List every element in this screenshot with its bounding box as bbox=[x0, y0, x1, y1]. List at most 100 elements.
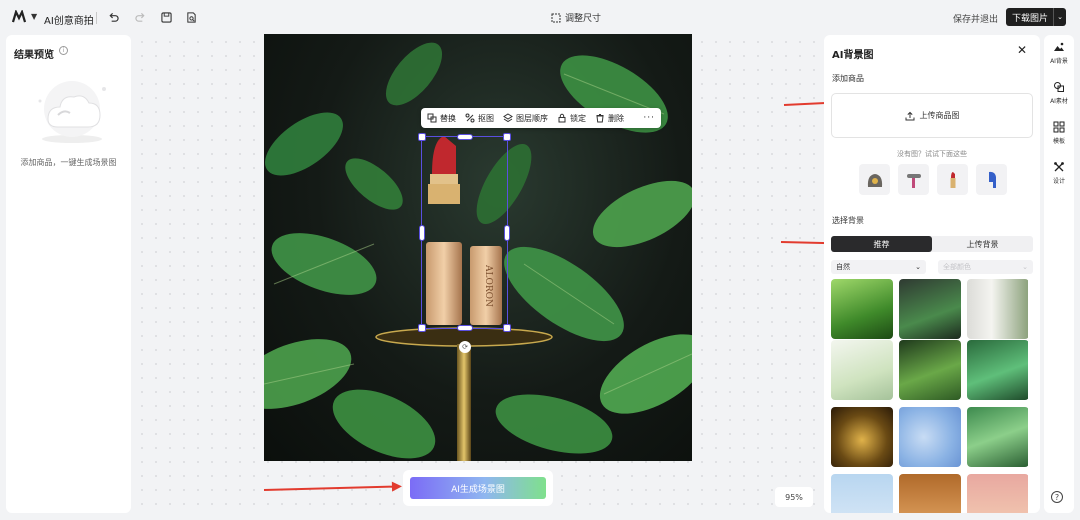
help-icon[interactable]: ? bbox=[1051, 491, 1063, 503]
try-samples-hint: 没有图？试试下面这些 bbox=[897, 150, 967, 158]
style-filter-select[interactable]: 自然 ⌄ bbox=[831, 260, 926, 274]
resize-icon bbox=[551, 13, 561, 22]
color-filter-select[interactable]: 全部颜色 ⌄ bbox=[938, 260, 1033, 274]
select-background-label: 选择背景 bbox=[832, 216, 864, 225]
background-thumbnail[interactable] bbox=[967, 407, 1028, 467]
sample-product-lipstick[interactable] bbox=[937, 164, 968, 195]
divider bbox=[96, 12, 97, 24]
sample-products bbox=[859, 164, 1007, 195]
replace-icon bbox=[427, 113, 437, 123]
download-button[interactable]: 下载图片 ⌄ bbox=[1006, 8, 1066, 26]
upload-product-button[interactable]: 上传商品图 bbox=[831, 93, 1033, 138]
background-thumbnail[interactable] bbox=[967, 340, 1028, 400]
style-filter-value: 自然 bbox=[836, 263, 850, 271]
top-bar: ▼ AI创意商拍 调整尺寸 保存并退出 下载图片 ⌄ bbox=[0, 0, 1080, 34]
background-thumbnail[interactable] bbox=[899, 340, 961, 400]
upload-product-label: 上传商品图 bbox=[919, 111, 960, 120]
trash-icon bbox=[596, 114, 604, 123]
replace-label: 替换 bbox=[440, 113, 456, 123]
cutout-button[interactable]: 抠图 bbox=[465, 113, 494, 124]
element-toolbar: 替换 抠图 图层顺序 锁定 删除 ··· bbox=[421, 108, 661, 128]
delete-label: 删除 bbox=[608, 113, 624, 123]
selection-box[interactable] bbox=[418, 133, 511, 332]
save-exit-button[interactable]: 保存并退出 bbox=[953, 12, 998, 25]
sample-product-hairdryer[interactable] bbox=[898, 164, 929, 195]
sample-product-speaker[interactable] bbox=[859, 164, 890, 195]
layers-icon bbox=[503, 113, 513, 123]
empty-hint: 添加商品，一键生成场景图 bbox=[20, 158, 117, 167]
app-menu-caret-icon[interactable]: ▼ bbox=[31, 12, 37, 21]
lock-button[interactable]: 锁定 bbox=[557, 113, 586, 124]
resize-button[interactable]: 调整尺寸 bbox=[551, 11, 601, 24]
cutout-icon bbox=[465, 113, 475, 123]
background-thumbnail[interactable] bbox=[899, 407, 961, 467]
rail-item-template[interactable]: 模板 bbox=[1044, 121, 1074, 145]
chevron-down-icon: ⌄ bbox=[915, 263, 921, 271]
undo-icon[interactable] bbox=[106, 10, 120, 24]
background-thumbnail[interactable] bbox=[831, 340, 893, 400]
background-thumbnail[interactable] bbox=[831, 474, 893, 513]
grid-icon bbox=[1053, 121, 1065, 133]
resize-handle-bottom[interactable] bbox=[457, 325, 473, 331]
rotate-handle-icon[interactable]: ⟳ bbox=[459, 341, 471, 353]
panel-title: AI背景图 bbox=[832, 50, 874, 61]
tab-upload-background[interactable]: 上传背景 bbox=[932, 236, 1033, 252]
close-icon[interactable]: ✕ bbox=[1017, 43, 1027, 57]
ai-background-panel: AI背景图 ✕ 添加商品 上传商品图 没有图？试试下面这些 选择背景 推荐 上传… bbox=[824, 35, 1040, 513]
delete-button[interactable]: 删除 bbox=[595, 113, 624, 124]
rail-item-design[interactable]: 设计 bbox=[1044, 161, 1074, 185]
background-tabs: 推荐 上传背景 bbox=[831, 236, 1033, 252]
empty-cloud-illustration bbox=[38, 81, 106, 143]
more-icon[interactable]: ··· bbox=[643, 113, 655, 123]
resize-handle-br[interactable] bbox=[503, 324, 511, 332]
lock-label: 锁定 bbox=[570, 113, 586, 123]
app-logo-icon[interactable] bbox=[12, 10, 26, 24]
rail-item-ai-background[interactable]: AI背景 bbox=[1044, 41, 1074, 65]
design-tools-icon bbox=[1054, 162, 1064, 172]
info-icon[interactable]: i bbox=[59, 46, 68, 55]
layer-order-label: 图层顺序 bbox=[516, 113, 548, 123]
zoom-level[interactable]: 95% bbox=[775, 487, 813, 507]
resize-handle-left[interactable] bbox=[419, 225, 425, 241]
app-title: AI创意商拍 bbox=[44, 16, 94, 27]
resize-label: 调整尺寸 bbox=[565, 14, 602, 24]
background-thumbnail[interactable] bbox=[831, 279, 893, 339]
resize-handle-tr[interactable] bbox=[503, 133, 511, 141]
layer-order-button[interactable]: 图层顺序 bbox=[503, 113, 548, 124]
resize-handle-right[interactable] bbox=[504, 225, 510, 241]
resize-handle-bl[interactable] bbox=[418, 324, 426, 332]
background-grid bbox=[831, 279, 1028, 513]
background-filters: 自然 ⌄ 全部颜色 ⌄ bbox=[831, 260, 1033, 274]
upload-icon bbox=[905, 111, 914, 120]
rail-item-label: AI背景 bbox=[1050, 58, 1068, 65]
tool-rail: AI背景 AI素材 模板 设计 bbox=[1044, 35, 1074, 513]
shapes-icon bbox=[1054, 82, 1064, 92]
cutout-label: 抠图 bbox=[478, 113, 494, 123]
background-thumbnail[interactable] bbox=[967, 474, 1028, 513]
replace-button[interactable]: 替换 bbox=[427, 113, 456, 124]
rail-item-label: 设计 bbox=[1052, 178, 1065, 185]
rail-item-label: AI素材 bbox=[1050, 98, 1068, 105]
download-dropdown-icon[interactable]: ⌄ bbox=[1053, 8, 1066, 26]
download-label: 下载图片 bbox=[1012, 13, 1049, 24]
add-product-label: 添加商品 bbox=[832, 74, 864, 83]
lock-icon bbox=[558, 113, 566, 123]
save-icon[interactable] bbox=[159, 10, 173, 24]
rail-item-ai-material[interactable]: AI素材 bbox=[1044, 81, 1074, 105]
background-thumbnail[interactable] bbox=[831, 407, 893, 467]
sample-product-chair[interactable] bbox=[976, 164, 1007, 195]
background-thumbnail[interactable] bbox=[899, 474, 961, 513]
redo-icon[interactable] bbox=[133, 10, 147, 24]
resize-handle-top[interactable] bbox=[457, 134, 473, 140]
resize-handle-tl[interactable] bbox=[418, 133, 426, 141]
rail-item-label: 模板 bbox=[1052, 138, 1065, 145]
tab-recommended[interactable]: 推荐 bbox=[831, 236, 932, 252]
result-preview-title: 结果预览 bbox=[14, 50, 54, 61]
mountain-image-icon bbox=[1054, 42, 1064, 51]
result-preview-panel: 结果预览 i 添加商品，一键生成场景图 bbox=[6, 35, 131, 513]
chevron-down-icon: ⌄ bbox=[1022, 263, 1028, 271]
search-doc-icon[interactable] bbox=[184, 10, 198, 24]
background-thumbnail[interactable] bbox=[967, 279, 1028, 339]
ai-generate-button[interactable]: AI生成场景图 bbox=[410, 477, 546, 499]
background-thumbnail[interactable] bbox=[899, 279, 961, 339]
